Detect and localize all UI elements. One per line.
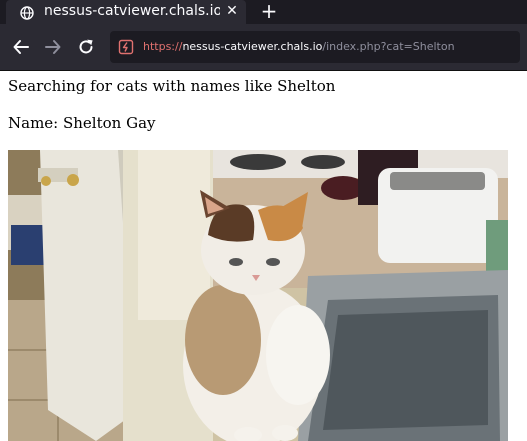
new-tab-button[interactable]: +	[259, 1, 279, 21]
close-icon[interactable]: ✕	[224, 3, 240, 19]
cat-photo	[8, 150, 508, 441]
navigation-toolbar: https://nessus-catviewer.chals.io/index.…	[0, 24, 527, 71]
search-message: Searching for cats with names like Shelt…	[8, 77, 336, 95]
url-text[interactable]: https://nessus-catviewer.chals.io/index.…	[143, 40, 513, 53]
arrow-right-icon[interactable]	[43, 37, 63, 57]
tab-title: nessus-catviewer.chals.io	[44, 3, 220, 19]
cat-name: Name: Shelton Gay	[8, 114, 156, 132]
reload-icon[interactable]	[76, 37, 96, 57]
browser-tab[interactable]: nessus-catviewer.chals.io ✕	[6, 0, 246, 24]
url-host: nessus-catviewer.chals.io	[182, 40, 323, 53]
insecure-lock-icon[interactable]	[118, 39, 134, 55]
globe-icon	[20, 5, 34, 20]
arrow-left-icon[interactable]	[11, 37, 31, 57]
url-scheme: https://	[143, 40, 183, 53]
address-bar[interactable]: https://nessus-catviewer.chals.io/index.…	[110, 31, 520, 63]
tab-strip: nessus-catviewer.chals.io ✕ +	[0, 0, 527, 24]
url-path: /index.php?cat=Shelton	[322, 40, 455, 53]
